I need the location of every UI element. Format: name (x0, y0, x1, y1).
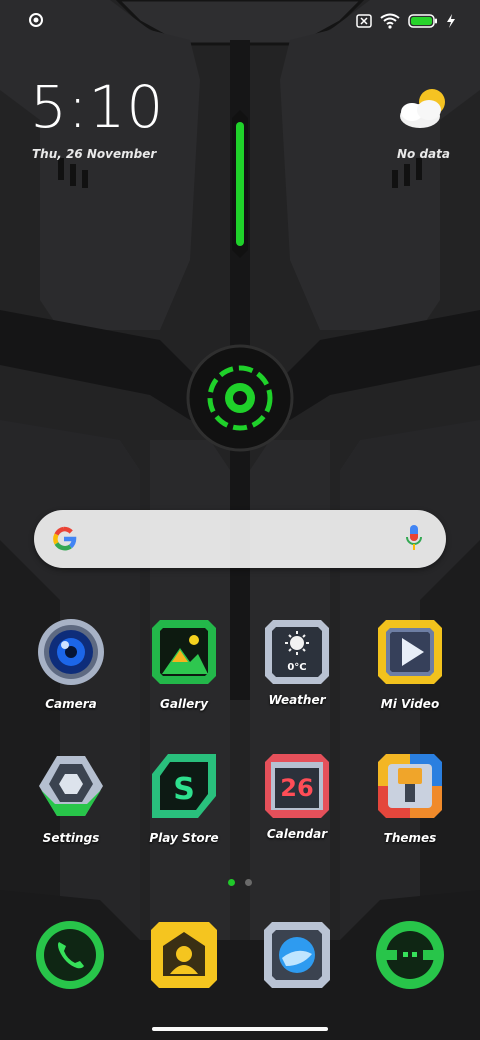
mic-icon[interactable] (404, 524, 424, 554)
contacts-icon[interactable] (149, 920, 219, 990)
app-mi-video[interactable]: Mi Video (355, 618, 465, 711)
app-label: Weather (268, 693, 326, 707)
home-indicator[interactable] (152, 1027, 328, 1031)
app-gallery[interactable]: Gallery (129, 618, 239, 711)
phone-icon[interactable] (35, 920, 105, 990)
app-play-store[interactable]: S Play Store (129, 752, 239, 845)
date-label[interactable]: Thu, 26 November (32, 147, 156, 161)
play-video-icon (378, 620, 442, 684)
weather-app-icon: 0°C (263, 618, 331, 686)
app-label: Settings (42, 831, 100, 845)
camera-icon (38, 619, 104, 685)
google-icon (53, 526, 77, 551)
partly-cloudy-icon[interactable] (396, 86, 450, 134)
page-dot[interactable] (245, 879, 252, 886)
app-calendar[interactable]: 26 Calendar (242, 752, 352, 841)
app-weather[interactable]: 0°C Weather (242, 618, 352, 707)
weather-temp: 0°C (287, 662, 307, 673)
themes-brush-icon (378, 754, 442, 818)
settings-hex-icon (39, 756, 103, 816)
gallery-icon (152, 620, 216, 684)
app-label: Play Store (149, 831, 219, 845)
svg-text:S: S (173, 772, 195, 807)
status-bar (0, 0, 480, 40)
charging-icon (447, 14, 455, 28)
app-camera[interactable]: Camera (16, 618, 126, 711)
sim-off-icon (356, 14, 372, 28)
app-label: Calendar (266, 827, 328, 841)
clock-time[interactable]: 5:10 (30, 78, 164, 136)
page-indicator (228, 879, 252, 886)
search-bar[interactable] (34, 510, 446, 568)
calendar-icon: 26 (263, 752, 331, 820)
circle-status-icon (29, 13, 43, 27)
messages-icon[interactable] (375, 920, 445, 990)
wifi-icon (380, 13, 400, 29)
play-store-icon: S (152, 754, 216, 818)
browser-icon[interactable] (262, 920, 332, 990)
weather-status[interactable]: No data (397, 147, 450, 161)
battery-icon (408, 14, 437, 28)
app-label: Gallery (159, 697, 209, 711)
app-themes[interactable]: Themes (355, 752, 465, 845)
app-label: Camera (45, 697, 97, 711)
calendar-day: 26 (280, 774, 314, 802)
app-settings[interactable]: Settings (16, 752, 126, 845)
app-label: Themes (383, 831, 437, 845)
app-label: Mi Video (380, 697, 440, 711)
page-dot-active[interactable] (228, 879, 235, 886)
